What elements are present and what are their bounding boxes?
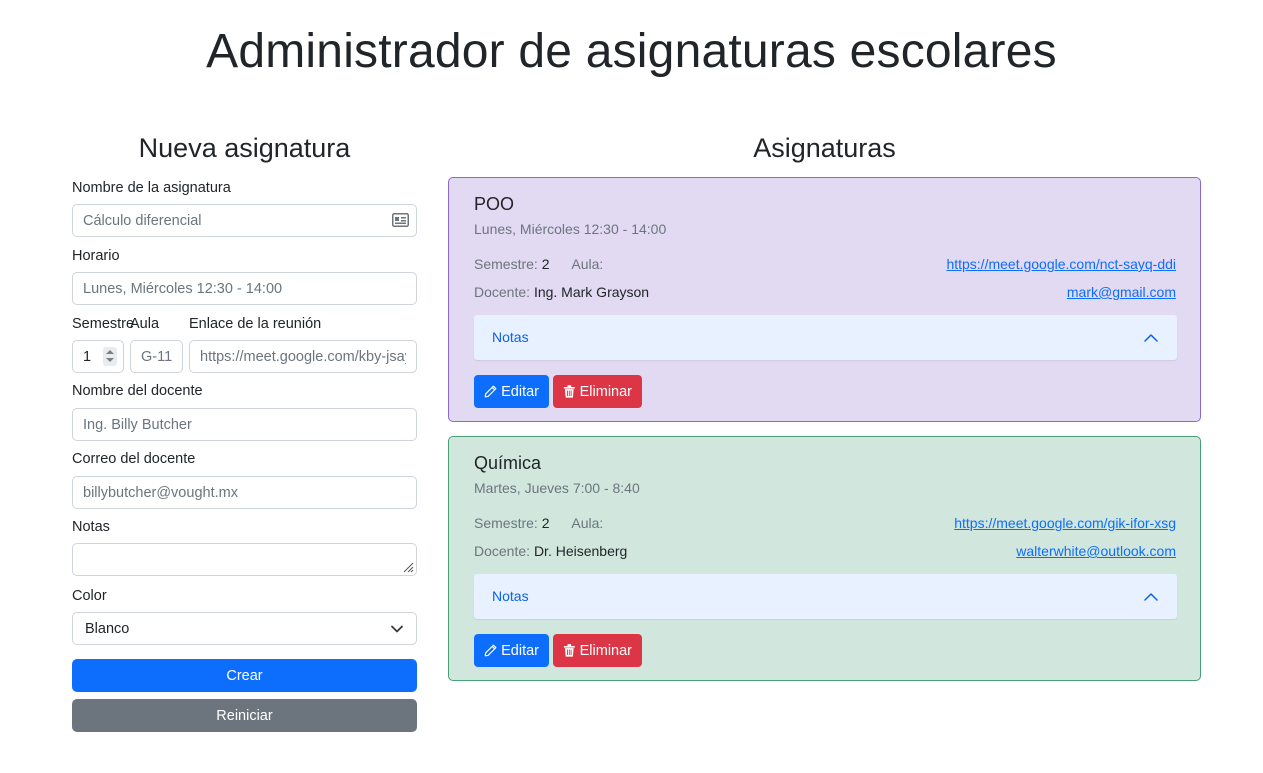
semester-label: Semestre [72,316,135,332]
meeting-link[interactable]: https://meet.google.com/gik-ifor-xsg [954,515,1176,531]
resize-handle-icon[interactable] [403,562,414,573]
meeting-placeholder: https://meet.google.com/kby-jsay-mzk [200,348,406,365]
subject-name: POO [474,194,515,214]
subject-input[interactable]: Cálculo diferencial [72,204,417,237]
delete-button[interactable]: Eliminar [553,375,642,408]
semester-value: 1 [83,348,92,365]
delete-label: Eliminar [579,642,632,659]
email-input[interactable]: billybutcher@vought.mx [72,476,417,509]
room-caption: Aula: [571,515,604,531]
notes-label: Notas [72,519,110,535]
pencil-icon [484,385,497,398]
subject-card: POO Lunes, Miércoles 12:30 - 14:00 Semes… [448,177,1201,422]
delete-label: Eliminar [579,383,632,400]
subject-schedule: Lunes, Miércoles 12:30 - 14:00 [474,221,667,237]
subject-schedule: Martes, Jueves 7:00 - 8:40 [474,480,640,496]
semester-caption: Semestre: [474,515,538,531]
trash-icon [563,644,575,657]
teacher-placeholder: Ing. Billy Butcher [83,416,192,433]
id-card-icon [392,213,409,227]
teacher-caption: Docente: [474,543,531,559]
edit-button[interactable]: Editar [474,634,549,667]
semester-caption: Semestre: [474,256,538,272]
schedule-label: Horario [72,248,120,264]
pencil-icon [484,644,497,657]
edit-label: Editar [501,642,539,659]
color-label: Color [72,588,107,604]
email-placeholder: billybutcher@vought.mx [83,484,238,501]
trash-icon [563,385,575,398]
semester-room-row: Semestre: 2 Aula: [474,256,603,272]
create-button[interactable]: Crear [72,659,417,692]
teacher-label: Nombre del docente [72,383,203,399]
schedule-input[interactable]: Lunes, Miércoles 12:30 - 14:00 [72,272,417,305]
semester-value: 2 [541,515,550,531]
subjects-title: Asignaturas [753,133,896,163]
chevron-up-icon [1144,593,1158,601]
teacher-value: Dr. Heisenberg [533,543,628,559]
semester-value: 2 [541,256,550,272]
edit-button[interactable]: Editar [474,375,549,408]
notes-accordion[interactable]: Notas [474,574,1177,619]
meeting-link[interactable]: https://meet.google.com/nct-sayq-ddi [946,256,1176,272]
subject-label: Nombre de la asignatura [72,180,231,196]
teacher-caption: Docente: [474,284,531,300]
notes-accordion-label: Notas [492,588,529,604]
form-title: Nueva asignatura [138,133,351,163]
email-link[interactable]: walterwhite@outlook.com [1016,543,1176,559]
email-link[interactable]: mark@gmail.com [1067,284,1176,300]
notes-accordion-label: Notas [492,329,529,345]
room-input[interactable]: G-11 [130,340,183,373]
semester-room-row: Semestre: 2 Aula: [474,515,603,531]
color-select[interactable]: Blanco [72,612,417,645]
room-label: Aula [130,316,160,332]
teacher-row: Docente: Ing. Mark Grayson [474,284,649,300]
schedule-placeholder: Lunes, Miércoles 12:30 - 14:00 [83,280,283,297]
teacher-input[interactable]: Ing. Billy Butcher [72,408,417,441]
notes-textarea[interactable] [72,543,417,576]
email-label: Correo del docente [72,451,196,467]
subject-name: Química [474,453,542,473]
room-placeholder: G-11 [141,348,172,365]
edit-label: Editar [501,383,539,400]
page-title: Administrador de asignaturas escolares [206,25,1057,78]
notes-accordion[interactable]: Notas [474,315,1177,360]
chevron-down-icon [391,625,403,633]
teacher-row: Docente: Dr. Heisenberg [474,543,627,559]
chevron-up-icon [1144,334,1158,342]
subject-placeholder: Cálculo diferencial [83,212,202,229]
meeting-input[interactable]: https://meet.google.com/kby-jsay-mzk [189,340,417,373]
color-value: Blanco [85,620,130,637]
meeting-label: Enlace de la reunión [189,316,322,332]
subject-card: Química Martes, Jueves 7:00 - 8:40 Semes… [448,436,1201,681]
semester-stepper[interactable]: 1 [72,340,124,373]
reset-button[interactable]: Reiniciar [72,699,417,732]
delete-button[interactable]: Eliminar [553,634,642,667]
room-caption: Aula: [571,256,604,272]
teacher-value: Ing. Mark Grayson [533,284,650,300]
stepper-arrows-icon[interactable] [103,347,117,366]
